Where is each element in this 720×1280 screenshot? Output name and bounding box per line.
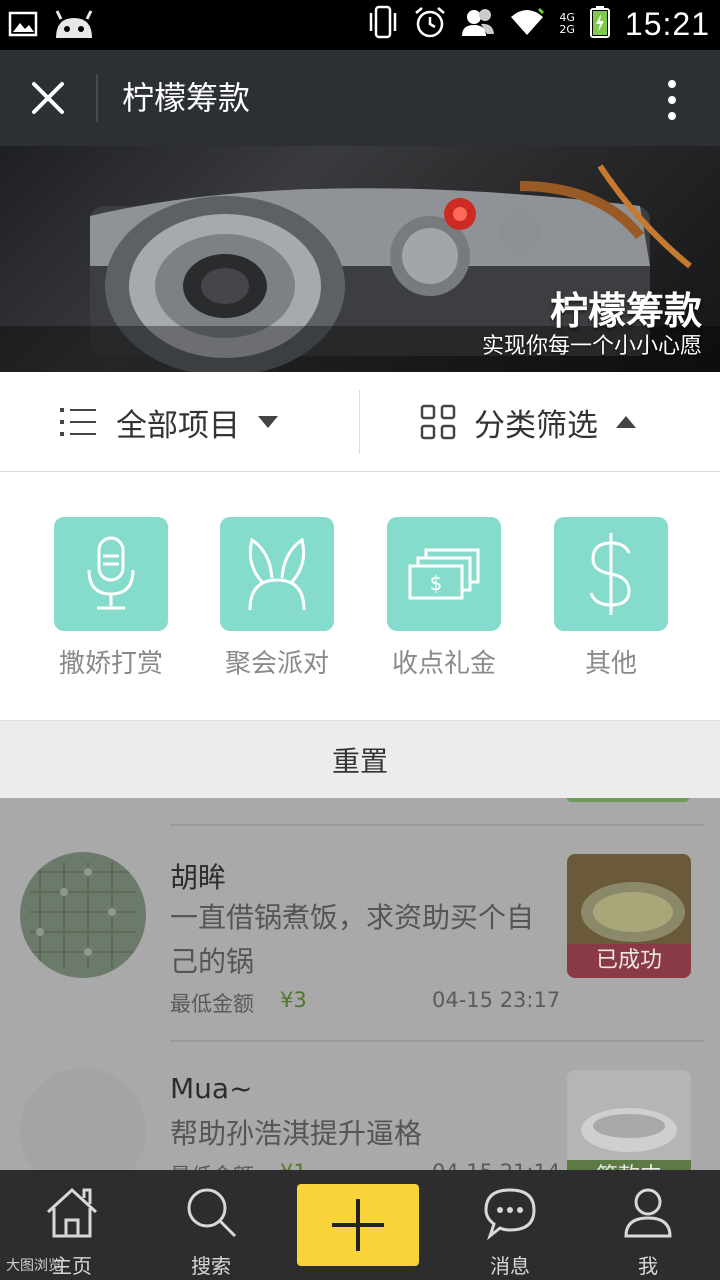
category-tile[interactable] [554, 517, 668, 631]
image-icon [8, 10, 38, 42]
status-badge: 筹款中 [567, 1160, 691, 1170]
status-bar: 4G 2G 15:21 [0, 0, 720, 50]
banner-subtitle: 实现你每一个小小心愿 [481, 334, 702, 359]
category-tile[interactable] [54, 517, 168, 631]
alarm-icon [413, 5, 447, 43]
grid-icon [420, 404, 456, 440]
microphone-icon [87, 536, 135, 610]
banner-title: 柠檬筹款 [549, 289, 702, 333]
item-description: 一直借锅煮饭，求资助买个自己的锅 [170, 901, 535, 978]
chat-bubble-icon [484, 1188, 536, 1240]
min-amount: ¥3 [280, 988, 307, 1012]
contacts-icon [461, 6, 495, 42]
item-thumbnail: 筹款中 [567, 1070, 691, 1170]
plus-icon [332, 1199, 384, 1251]
filter-divider [359, 390, 360, 454]
nav-messages[interactable]: 消息 [450, 1170, 570, 1280]
all-projects-filter[interactable]: 全部项目 [60, 372, 278, 472]
category-label: 聚会派对 [224, 649, 329, 679]
category-filter[interactable]: 分类筛选 [420, 372, 636, 472]
add-project-button[interactable] [297, 1184, 419, 1266]
home-icon [46, 1187, 98, 1238]
svg-text:$: $ [430, 571, 443, 595]
more-button[interactable] [664, 78, 680, 122]
min-amount-label: 最低金额 [170, 992, 254, 1016]
partial-thumbnail [567, 798, 689, 802]
item-name: 胡眸 [170, 861, 227, 894]
caret-up-icon [616, 416, 636, 428]
category-tile[interactable] [220, 517, 334, 631]
item-description: 帮助孙浩淇提升逼格 [170, 1117, 423, 1150]
min-amount: ¥1 [280, 1160, 307, 1170]
close-icon [32, 82, 64, 114]
network-label: 4G 2G [559, 11, 575, 36]
item-date: 04-15 23:17 [432, 988, 561, 1012]
clock: 15:21 [624, 5, 710, 42]
category-item[interactable]: 撒娇打赏 [54, 517, 168, 680]
category-label: 撒娇打赏 [58, 649, 163, 679]
nav-search-label: 搜索 [191, 1254, 231, 1278]
category-label: 其他 [584, 649, 637, 679]
project-list: 胡眸 一直借锅煮饭，求资助买个自己的锅 最低金额 ¥3 04-15 23:17 … [0, 798, 720, 1170]
item-date: 04-15 21:14 [432, 1160, 560, 1170]
avatar [20, 1068, 146, 1170]
watermark: 大图浏览 [6, 1258, 62, 1274]
filter-bar: 全部项目 分类筛选 [0, 372, 720, 472]
all-projects-label: 全部项目 [116, 407, 240, 444]
category-label: 收点礼金 [391, 649, 496, 679]
category-item[interactable]: $ 收点礼金 [387, 517, 501, 680]
nav-search[interactable]: 搜索 [151, 1170, 271, 1280]
more-vert-icon [668, 80, 676, 120]
title-bar: 柠檬筹款 [0, 50, 720, 146]
android-icon [52, 8, 96, 44]
list-divider [170, 1040, 704, 1042]
search-icon [187, 1188, 237, 1238]
category-item[interactable]: 其他 [554, 517, 668, 680]
wifi-icon [509, 7, 545, 41]
category-tile[interactable]: $ [387, 517, 501, 631]
dollar-icon [589, 533, 631, 615]
battery-icon [589, 5, 611, 43]
user-icon [624, 1188, 672, 1238]
bottom-nav: 主页 搜索 消息 我 [0, 1170, 720, 1280]
bunny-ears-icon [248, 537, 306, 611]
list-divider [170, 824, 704, 826]
title-divider [96, 74, 98, 122]
item-name: Mua~ [170, 1072, 253, 1105]
list-icon [60, 408, 96, 436]
nav-me-label: 我 [638, 1254, 658, 1278]
money-stack-icon: $ [408, 548, 480, 600]
category-item[interactable]: 聚会派对 [220, 517, 334, 680]
vibrate-icon [367, 5, 399, 43]
nav-messages-label: 消息 [490, 1254, 530, 1278]
avatar [20, 852, 146, 978]
caret-down-icon [258, 416, 278, 428]
item-thumbnail: 已成功 [567, 854, 691, 978]
status-badge: 已成功 [567, 944, 691, 978]
reset-button[interactable]: 重置 [0, 720, 720, 798]
nav-me[interactable]: 我 [588, 1170, 708, 1280]
close-button[interactable] [24, 74, 72, 122]
min-amount-label: 最低金额 [170, 1160, 254, 1170]
category-filter-label: 分类筛选 [474, 407, 598, 444]
category-panel: 撒娇打赏 聚会派对 $ 收点礼金 其他 [0, 472, 720, 720]
banner: 柠檬筹款 实现你每一个小小心愿 [0, 146, 720, 372]
page-title: 柠檬筹款 [122, 79, 251, 117]
